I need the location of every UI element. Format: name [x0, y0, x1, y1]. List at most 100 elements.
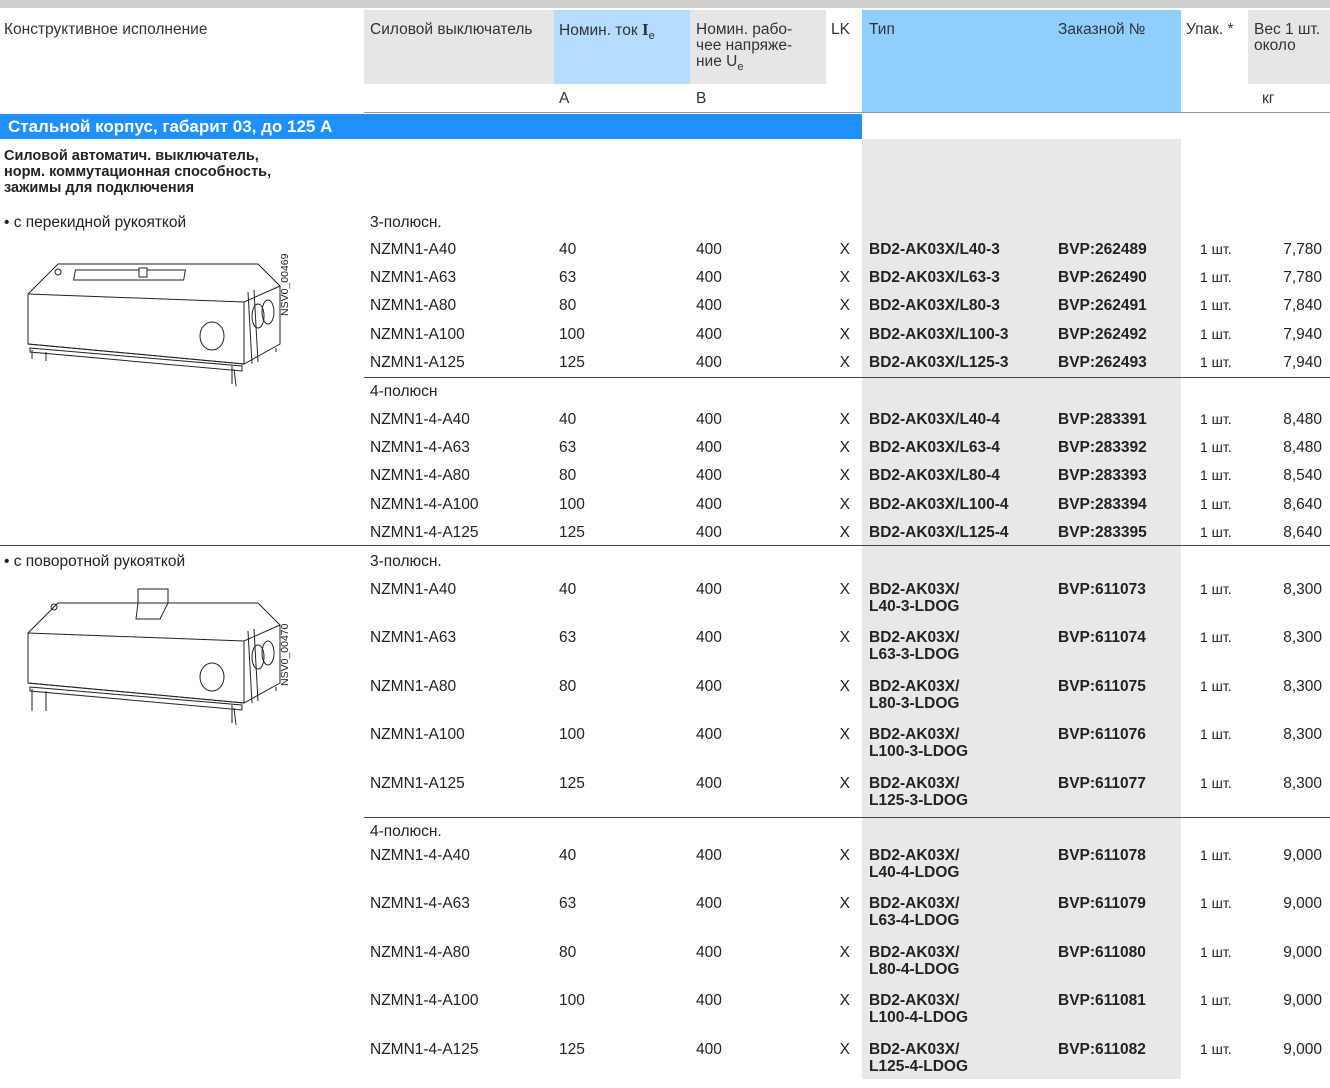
cell-order: BVP:262490	[1058, 269, 1147, 287]
unit-bg-type	[862, 84, 1181, 112]
cell-type: BD2-AK03X/L40-3-LDOG	[869, 581, 959, 615]
table-row: NZMN1-4-A80 80 400 X BVP:611080 1 шт. 9,000 BD2…	[0, 943, 1330, 991]
cell-pack: 1 шт.	[1200, 943, 1232, 960]
cell-weight: 9,000	[1283, 943, 1322, 961]
cell-lk: X	[839, 411, 850, 428]
cell-lk: X	[839, 895, 850, 913]
table-row: NZMN1-A63 63 400 X BVP:611074 1 шт. 8,300 BD2-A…	[0, 628, 1330, 676]
cell-weight: 7,840	[1283, 297, 1322, 315]
cell-type: BD2-AK03X/L80-3-LDOG	[869, 678, 959, 712]
cell-lk: X	[839, 439, 850, 457]
cell-lk: X	[839, 325, 850, 343]
cell-pack: 1 шт.	[1200, 677, 1232, 694]
table-row: NZMN1-A100 100 400 X BVP:262492 1 шт. 7,940 BD2…	[0, 325, 1330, 353]
cell-order: BVP:283391	[1058, 411, 1147, 428]
cell-type-line2: L100-4-LDOG	[869, 1009, 969, 1027]
cell-weight: 8,300	[1283, 581, 1322, 598]
cell-order: BVP:611080	[1058, 943, 1146, 961]
unit-row-rule	[364, 112, 1330, 113]
table-row: NZMN1-4-A125 125 400 X BVP:611082 1 шт. 9,000 B…	[0, 1040, 1330, 1088]
cell-breaker: NZMN1-A63	[370, 629, 457, 647]
table-row: NZMN1-4-A63 63 400 X BVP:283392 1 шт. 8,480 BD2…	[0, 438, 1330, 466]
cell-lk: X	[839, 943, 850, 961]
cell-order: BVP:611077	[1058, 774, 1146, 792]
cell-order: BVP:611074	[1058, 629, 1146, 647]
cell-order: BVP:611075	[1058, 677, 1146, 695]
cell-order: BVP:262492	[1058, 325, 1147, 343]
cell-weight: 7,780	[1283, 241, 1322, 258]
cell-type: BD2-AK03X/L100-4	[869, 495, 1009, 513]
cell-order: BVP:611076	[1058, 726, 1146, 744]
cell-breaker: NZMN1-4-A125	[370, 523, 479, 541]
table-row: NZMN1-A80 80 400 X BVP:262491 1 шт. 7,840 BD2-A…	[0, 296, 1330, 324]
cell-order: BVP:283392	[1058, 439, 1147, 457]
cell-breaker: NZMN1-A80	[370, 297, 457, 315]
cell-current: 100	[559, 992, 585, 1010]
table-row: NZMN1-4-A40 40 400 X BVP:283391 1 шт. 8,480 BD2…	[0, 410, 1330, 438]
cell-type: BD2-AK03X/L80-4-LDOG	[869, 944, 959, 978]
header-type: Тип	[869, 21, 895, 38]
cell-weight: 8,300	[1283, 677, 1322, 695]
cell-current: 125	[559, 1040, 585, 1058]
cell-pack: 1 шт.	[1200, 241, 1232, 257]
table-row: NZMN1-A40 40 400 X BVP:611073 1 шт. 8,300 BD2-A…	[0, 580, 1330, 628]
cell-order: BVP:611078	[1058, 847, 1146, 864]
cell-type: BD2-AK03X/L125-4-LDOG	[869, 1041, 968, 1075]
table-row: NZMN1-4-A100 100 400 X BVP:611081 1 шт. 9,000 B…	[0, 991, 1330, 1039]
cell-pack: 1 шт.	[1200, 1040, 1232, 1057]
cell-lk: X	[839, 269, 850, 287]
cell-order: BVP:611082	[1058, 1040, 1146, 1058]
cell-breaker: NZMN1-A40	[370, 241, 457, 258]
cell-type-line2: L63-4-LDOG	[869, 912, 960, 930]
cell-current: 80	[559, 677, 577, 695]
separator-v1-poles	[364, 377, 1330, 378]
cell-breaker: NZMN1-4-A100	[370, 992, 479, 1010]
cell-lk: X	[839, 992, 850, 1010]
header-weight: Вес 1 шт. около	[1254, 21, 1321, 54]
cell-type-line1: BD2-AK03X/	[869, 629, 960, 647]
cell-breaker: NZMN1-4-A100	[370, 495, 479, 513]
cell-type-line2: L40-3-LDOG	[869, 598, 960, 615]
table-row: NZMN1-A40 40 400 X BVP:262489 1 шт. 7,780 BD2-A…	[0, 240, 1330, 268]
cell-current: 80	[559, 297, 577, 315]
variant1-label: • с перекидной рукояткой	[4, 214, 187, 231]
cell-breaker: NZMN1-4-A40	[370, 411, 470, 428]
cell-breaker: NZMN1-4-A63	[370, 439, 470, 457]
cell-order: BVP:283395	[1058, 523, 1147, 541]
cell-voltage: 400	[696, 325, 722, 343]
cell-weight: 8,640	[1283, 495, 1322, 513]
cell-type: BD2-AK03X/L40-4	[869, 411, 1000, 428]
cell-type: BD2-AK03X/L125-3-LDOG	[869, 775, 968, 809]
header-design: Конструктивное исполнение	[4, 21, 208, 38]
cell-pack: 1 шт.	[1200, 726, 1232, 743]
cell-type-line2: L63-3-LDOG	[869, 646, 960, 664]
cell-type-line1: BD2-AK03X/	[869, 581, 960, 598]
cell-current: 80	[559, 467, 577, 485]
cell-weight: 9,000	[1283, 847, 1322, 864]
cell-voltage: 400	[696, 943, 722, 961]
cell-weight: 9,000	[1283, 1040, 1322, 1058]
header-breaker: Силовой выключатель	[370, 21, 533, 38]
cell-current: 100	[559, 325, 585, 343]
cell-breaker: NZMN1-4-A63	[370, 895, 470, 913]
cell-pack: 1 шт.	[1200, 297, 1232, 314]
cell-voltage: 400	[696, 269, 722, 287]
cell-voltage: 400	[696, 774, 722, 792]
cell-order: BVP:283393	[1058, 467, 1147, 485]
table-row: NZMN1-4-A63 63 400 X BVP:611079 1 шт. 9,000 BD2…	[0, 894, 1330, 942]
cell-weight: 9,000	[1283, 992, 1322, 1010]
cell-current: 100	[559, 726, 585, 744]
cell-breaker: NZMN1-A125	[370, 774, 465, 792]
cell-weight: 8,540	[1283, 467, 1322, 485]
cell-order: BVP:611081	[1058, 992, 1146, 1010]
cell-pack: 1 шт.	[1200, 495, 1232, 512]
header-order: Заказной №	[1058, 21, 1146, 38]
cell-current: 63	[559, 439, 577, 457]
cell-voltage: 400	[696, 677, 722, 695]
section-title: Стальной корпус, габарит 03, до 125 А	[0, 114, 862, 139]
unit-voltage: B	[696, 90, 707, 107]
cell-voltage: 400	[696, 411, 722, 428]
cell-weight: 9,000	[1283, 895, 1322, 913]
cell-current: 63	[559, 629, 577, 647]
cell-type: BD2-AK03X/L100-4-LDOG	[869, 992, 968, 1026]
